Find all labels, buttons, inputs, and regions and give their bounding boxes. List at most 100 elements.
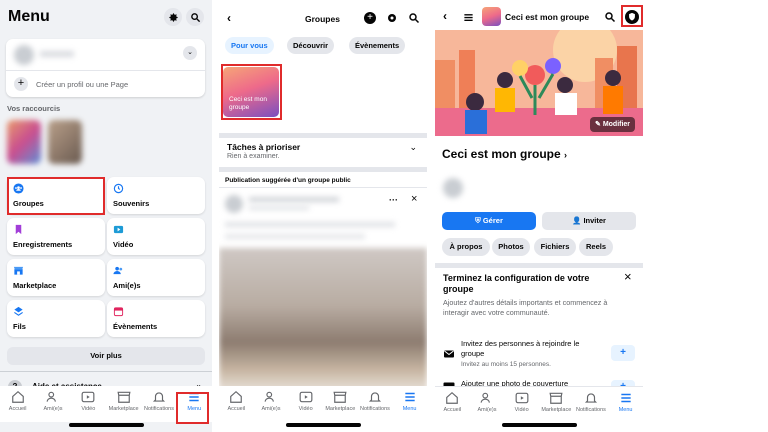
- tile-enregistrements[interactable]: Enregistrements: [7, 218, 105, 255]
- add-icon[interactable]: +: [364, 12, 376, 24]
- bell-icon: [584, 393, 598, 403]
- manage-button[interactable]: ⛨ Gérer: [442, 212, 536, 230]
- group-title[interactable]: Ceci est mon groupe ›: [442, 147, 567, 161]
- search-icon[interactable]: [604, 11, 616, 23]
- tab-label: Pour vous: [231, 41, 268, 50]
- chip-fichiers[interactable]: Fichiers: [534, 238, 576, 256]
- tile-label: Ami(e)s: [113, 281, 141, 290]
- feeds-icon: [14, 306, 23, 316]
- tab-video[interactable]: Vidéo: [289, 390, 323, 412]
- tab-notifications[interactable]: Notifications: [574, 391, 608, 413]
- edit-label: Modifier: [602, 121, 631, 128]
- tab-notifications[interactable]: Notifications: [142, 390, 176, 412]
- tile-marketplace[interactable]: Marketplace: [7, 259, 105, 296]
- hamburger-menu-icon[interactable]: [463, 12, 474, 23]
- shortcut-thumb[interactable]: [7, 120, 41, 164]
- bottom-tab-bar: Accueil Ami(e)s Vidéo Marketplace Notifi…: [0, 386, 212, 422]
- tile-video[interactable]: Vidéo: [107, 218, 205, 255]
- tile-fils[interactable]: Fils: [7, 300, 105, 337]
- tile-amis[interactable]: Ami(e)s: [107, 259, 205, 296]
- settings-gear-icon[interactable]: [164, 8, 182, 26]
- chip-photos[interactable]: Photos: [492, 238, 530, 256]
- tab-accueil[interactable]: Accueil: [435, 391, 469, 413]
- add-invite-button[interactable]: +: [611, 345, 635, 361]
- avatar: [14, 45, 34, 65]
- video-icon: [81, 391, 95, 403]
- tile-label: Évènements: [113, 322, 158, 331]
- edit-cover-button[interactable]: ✎ Modifier: [590, 117, 636, 132]
- tile-groupes[interactable]: Groupes: [7, 177, 105, 214]
- tab-menu[interactable]: Menu: [609, 391, 643, 413]
- member-avatar: [443, 178, 463, 198]
- invite-button[interactable]: 👤 Inviter: [542, 212, 636, 230]
- home-icon: [230, 390, 243, 403]
- tab-amis[interactable]: Ami(e)s: [470, 391, 504, 413]
- tile-evenements[interactable]: Évènements: [107, 300, 205, 337]
- shortcuts-heading: Vos raccourcis: [7, 104, 61, 113]
- tile-label: Fils: [13, 322, 26, 331]
- clock-icon: [113, 183, 124, 194]
- tab-menu[interactable]: Menu: [177, 390, 211, 412]
- more-options-icon[interactable]: ···: [389, 195, 398, 205]
- tab-amis[interactable]: Ami(e)s: [254, 390, 288, 412]
- tasks-title[interactable]: Tâches à prioriser: [227, 142, 300, 152]
- back-arrow-icon[interactable]: ‹: [227, 11, 231, 25]
- search-icon[interactable]: [408, 12, 420, 24]
- tab-decouvrir[interactable]: Découvrir: [287, 37, 335, 54]
- bottom-tab-bar: Accueil Ami(e)s Vidéo Marketplace Notifi…: [435, 386, 643, 422]
- chevron-down-icon[interactable]: ⌄: [409, 142, 417, 153]
- tab-menu[interactable]: Menu: [393, 390, 427, 412]
- group-avatar[interactable]: [482, 7, 501, 26]
- friends-icon: [264, 391, 274, 402]
- manage-label: Gérer: [482, 216, 503, 225]
- create-profile-link[interactable]: Créer un profil ou une Page: [36, 80, 128, 89]
- tab-video[interactable]: Vidéo: [71, 390, 105, 412]
- tab-pour-vous[interactable]: Pour vous: [225, 37, 274, 54]
- shop-icon: [13, 266, 24, 275]
- close-icon[interactable]: ×: [624, 269, 632, 284]
- group-title-text: Ceci est mon groupe: [442, 147, 561, 161]
- friends-icon: [480, 392, 490, 403]
- home-indicator: [502, 423, 577, 427]
- profile-card[interactable]: ⌄ + Créer un profil ou une Page: [6, 39, 205, 97]
- page-title: Menu: [8, 8, 50, 25]
- tab-amis[interactable]: Ami(e)s: [36, 390, 70, 412]
- back-arrow-icon[interactable]: ‹: [443, 9, 447, 23]
- group-thumb-label: Ceci est mon groupe: [229, 96, 267, 111]
- menu-screen: Menu ⌄ + Créer un profil ou une Page Vos…: [0, 0, 212, 432]
- shield-icon: ⛨: [475, 216, 483, 225]
- tab-notifications[interactable]: Notifications: [358, 390, 392, 412]
- group-thumbnail[interactable]: Ceci est mon groupe: [223, 67, 279, 117]
- tab-accueil[interactable]: Accueil: [1, 390, 35, 412]
- shortcut-thumb[interactable]: [48, 120, 82, 164]
- friends-icon: [113, 266, 123, 275]
- tab-marketplace[interactable]: Marketplace: [539, 391, 573, 413]
- page-title: Groupes: [305, 14, 340, 24]
- post-image[interactable]: [219, 248, 427, 393]
- tab-evenements[interactable]: Évènements: [349, 37, 406, 54]
- tab-marketplace[interactable]: Marketplace: [323, 390, 357, 412]
- home-icon: [11, 390, 24, 403]
- post-text: [225, 222, 395, 227]
- group-page-screen: ‹ Ceci est mon groupe ✎ Modifier Ceci es…: [435, 0, 643, 432]
- tab-accueil[interactable]: Accueil: [219, 390, 253, 412]
- invite-task-title: Invitez des personnes à rejoindre le gro…: [461, 339, 580, 358]
- search-icon[interactable]: [186, 8, 204, 26]
- tile-label: Marketplace: [13, 281, 57, 290]
- chip-a-propos[interactable]: À propos: [442, 238, 490, 256]
- chevron-down-icon[interactable]: ⌄: [183, 46, 197, 60]
- see-more-button[interactable]: Voir plus: [7, 347, 205, 365]
- chip-reels[interactable]: Reels: [579, 238, 613, 256]
- bell-icon: [368, 392, 382, 402]
- tab-marketplace[interactable]: Marketplace: [107, 390, 141, 412]
- chevron-right-icon: ›: [564, 150, 568, 160]
- bottom-tab-bar: Accueil Ami(e)s Vidéo Marketplace Notifi…: [219, 386, 427, 422]
- settings-gear-icon[interactable]: [386, 12, 398, 24]
- tile-souvenirs[interactable]: Souvenirs: [107, 177, 205, 214]
- close-icon[interactable]: ×: [411, 193, 417, 205]
- home-indicator: [286, 423, 361, 427]
- bookmark-icon: [15, 224, 22, 235]
- hamburger-menu-icon: [404, 392, 415, 402]
- admin-shield-icon[interactable]: [625, 10, 639, 24]
- tab-video[interactable]: Vidéo: [505, 391, 539, 413]
